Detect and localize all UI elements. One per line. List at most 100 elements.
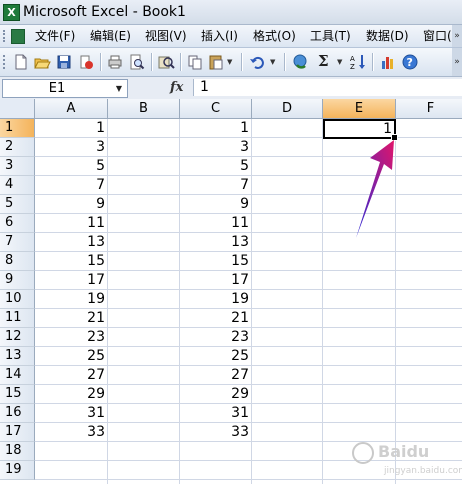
cell-c14[interactable]: 27	[180, 366, 252, 385]
cell-c13[interactable]: 25	[180, 347, 252, 366]
cell-c12[interactable]: 23	[180, 328, 252, 347]
cell-c6[interactable]: 11	[180, 214, 252, 233]
cell-c8[interactable]: 15	[180, 252, 252, 271]
column-header-d[interactable]: D	[252, 99, 323, 119]
menubar-grip-icon[interactable]	[3, 30, 8, 42]
toolbar-separator	[372, 53, 374, 71]
hyperlink-icon[interactable]	[291, 53, 309, 71]
formula-input[interactable]: 1	[193, 79, 462, 96]
cell-c3[interactable]: 5	[180, 157, 252, 176]
cell-a5[interactable]: 9	[35, 195, 108, 214]
excel-app-icon[interactable]: X	[3, 4, 20, 21]
sort-ascending-icon[interactable]: AZ	[349, 53, 367, 71]
help-icon[interactable]: ?	[401, 53, 419, 71]
autosum-icon[interactable]: Σ	[318, 51, 329, 71]
cell-c15[interactable]: 29	[180, 385, 252, 404]
print-icon[interactable]	[106, 53, 124, 71]
select-all-corner[interactable]	[0, 99, 35, 119]
paste-icon[interactable]	[207, 53, 225, 71]
menu-data[interactable]: 数据(D)	[366, 25, 409, 47]
new-icon[interactable]	[12, 53, 30, 71]
watermark-url: jingyan.baidu.com	[384, 466, 462, 476]
row-header-2[interactable]: 2	[0, 138, 35, 157]
print-preview-icon[interactable]	[128, 53, 146, 71]
workbook-icon[interactable]	[11, 29, 25, 44]
open-icon[interactable]	[33, 53, 51, 71]
menu-tools[interactable]: 工具(T)	[310, 25, 351, 47]
autosum-dropdown-icon[interactable]: ▼	[337, 57, 342, 67]
permission-icon[interactable]	[77, 53, 95, 71]
cell-c10[interactable]: 19	[180, 290, 252, 309]
menu-insert[interactable]: 插入(I)	[201, 25, 238, 47]
toolbar-grip-icon[interactable]	[3, 55, 8, 69]
row-header-18[interactable]: 18	[0, 442, 35, 461]
cell-c1[interactable]: 1	[180, 119, 252, 138]
row-header-15[interactable]: 15	[0, 385, 35, 404]
chart-wizard-icon[interactable]	[379, 53, 397, 71]
window-title: Microsoft Excel - Book1	[23, 4, 186, 20]
toolbar-separator	[180, 53, 182, 71]
cell-a10[interactable]: 19	[35, 290, 108, 309]
cell-a7[interactable]: 13	[35, 233, 108, 252]
formula-bar: E1 ▼ fx 1	[0, 77, 462, 100]
cell-c11[interactable]: 21	[180, 309, 252, 328]
save-icon[interactable]	[55, 53, 73, 71]
cell-a9[interactable]: 17	[35, 271, 108, 290]
row-header-14[interactable]: 14	[0, 366, 35, 385]
cell-c17[interactable]: 33	[180, 423, 252, 442]
cell-a8[interactable]: 15	[35, 252, 108, 271]
column-header-a[interactable]: A	[35, 99, 108, 119]
copy-icon[interactable]	[186, 53, 204, 71]
row-header-7[interactable]: 7	[0, 233, 35, 252]
cell-c16[interactable]: 31	[180, 404, 252, 423]
menu-window[interactable]: 窗口(	[423, 25, 452, 47]
menubar-overflow-icon[interactable]: »	[452, 25, 462, 47]
row-header-6[interactable]: 6	[0, 214, 35, 233]
cell-a11[interactable]: 21	[35, 309, 108, 328]
cell-a6[interactable]: 11	[35, 214, 108, 233]
toolbar-overflow-icon[interactable]: »	[452, 48, 462, 76]
paste-dropdown-icon[interactable]: ▼	[227, 57, 232, 67]
row-header-13[interactable]: 13	[0, 347, 35, 366]
name-box-dropdown-icon[interactable]: ▼	[111, 80, 127, 97]
insert-function-icon[interactable]: fx	[170, 79, 183, 97]
column-header-f[interactable]: F	[396, 99, 462, 119]
cell-c2[interactable]: 3	[180, 138, 252, 157]
cell-a12[interactable]: 23	[35, 328, 108, 347]
research-icon[interactable]	[157, 53, 175, 71]
cell-a16[interactable]: 31	[35, 404, 108, 423]
menu-view[interactable]: 视图(V)	[145, 25, 187, 47]
column-header-c[interactable]: C	[180, 99, 252, 119]
row-header-3[interactable]: 3	[0, 157, 35, 176]
menu-file[interactable]: 文件(F)	[35, 25, 75, 47]
row-header-8[interactable]: 8	[0, 252, 35, 271]
name-box[interactable]: E1 ▼	[2, 79, 128, 98]
menu-edit[interactable]: 编辑(E)	[90, 25, 131, 47]
cell-a3[interactable]: 5	[35, 157, 108, 176]
row-header-19[interactable]: 19	[0, 461, 35, 480]
cell-a1[interactable]: 1	[35, 119, 108, 138]
row-header-16[interactable]: 16	[0, 404, 35, 423]
column-header-b[interactable]: B	[108, 99, 180, 119]
cell-a4[interactable]: 7	[35, 176, 108, 195]
cell-c5[interactable]: 9	[180, 195, 252, 214]
cell-a15[interactable]: 29	[35, 385, 108, 404]
row-header-1[interactable]: 1	[0, 119, 35, 138]
row-header-5[interactable]: 5	[0, 195, 35, 214]
row-header-4[interactable]: 4	[0, 176, 35, 195]
cell-c7[interactable]: 13	[180, 233, 252, 252]
row-header-11[interactable]: 11	[0, 309, 35, 328]
cell-a2[interactable]: 3	[35, 138, 108, 157]
cell-a17[interactable]: 33	[35, 423, 108, 442]
row-header-9[interactable]: 9	[0, 271, 35, 290]
cell-a14[interactable]: 27	[35, 366, 108, 385]
undo-icon[interactable]	[248, 53, 266, 71]
menu-format[interactable]: 格式(O)	[253, 25, 296, 47]
cell-c9[interactable]: 17	[180, 271, 252, 290]
row-header-12[interactable]: 12	[0, 328, 35, 347]
row-header-10[interactable]: 10	[0, 290, 35, 309]
cell-a13[interactable]: 25	[35, 347, 108, 366]
cell-c4[interactable]: 7	[180, 176, 252, 195]
row-header-17[interactable]: 17	[0, 423, 35, 442]
undo-dropdown-icon[interactable]: ▼	[270, 57, 275, 67]
